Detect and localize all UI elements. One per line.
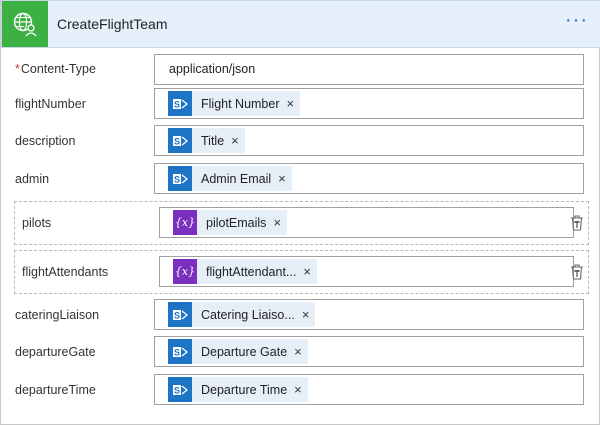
description-token[interactable]: S Title × bbox=[168, 128, 245, 153]
departure-gate-label: departureGate bbox=[15, 345, 96, 359]
flight-number-field[interactable]: S Flight Number × bbox=[154, 88, 584, 119]
content-type-label: *Content-Type bbox=[15, 62, 96, 76]
flight-attendants-token[interactable]: {x} flightAttendant... × bbox=[173, 259, 317, 284]
more-options-button[interactable]: ··· bbox=[564, 10, 588, 33]
svg-text:S: S bbox=[174, 99, 180, 109]
token-label: Catering Liaiso... bbox=[201, 307, 295, 322]
action-header[interactable]: CreateFlightTeam ··· bbox=[1, 0, 600, 48]
variable-icon: {x} bbox=[173, 210, 197, 235]
sharepoint-icon: S bbox=[168, 339, 192, 364]
token-label: Flight Number bbox=[201, 96, 280, 111]
globe-user-icon bbox=[2, 1, 48, 47]
svg-text:S: S bbox=[174, 347, 180, 357]
departure-gate-field[interactable]: S Departure Gate × bbox=[154, 336, 584, 367]
remove-token-icon[interactable]: × bbox=[273, 215, 281, 230]
content-type-field[interactable]: application/json bbox=[154, 54, 584, 85]
departure-time-field[interactable]: S Departure Time × bbox=[154, 374, 584, 405]
sharepoint-icon: S bbox=[168, 91, 192, 116]
remove-token-icon[interactable]: × bbox=[231, 133, 239, 148]
sharepoint-icon: S bbox=[168, 166, 192, 191]
sharepoint-icon: S bbox=[168, 128, 192, 153]
action-card: CreateFlightTeam ··· *Content-Type appli… bbox=[0, 0, 600, 425]
description-field[interactable]: S Title × bbox=[154, 125, 584, 156]
remove-token-icon[interactable]: × bbox=[294, 344, 302, 359]
content-type-value: application/json bbox=[169, 62, 256, 76]
pilots-field[interactable]: {x} pilotEmails × bbox=[159, 207, 574, 238]
sharepoint-icon: S bbox=[168, 302, 192, 327]
catering-liaison-token[interactable]: S Catering Liaiso... × bbox=[168, 302, 316, 327]
flight-number-token[interactable]: S Flight Number × bbox=[168, 91, 301, 116]
token-label: pilotEmails bbox=[206, 215, 267, 230]
remove-token-icon[interactable]: × bbox=[294, 382, 302, 397]
delete-item-icon[interactable] bbox=[568, 262, 586, 282]
delete-item-icon[interactable] bbox=[568, 213, 586, 233]
flight-attendants-field[interactable]: {x} flightAttendant... × bbox=[159, 256, 574, 287]
action-title: CreateFlightTeam bbox=[57, 16, 168, 32]
admin-field[interactable]: S Admin Email × bbox=[154, 163, 584, 194]
pilots-label: pilots bbox=[22, 216, 52, 230]
pilots-token[interactable]: {x} pilotEmails × bbox=[173, 210, 288, 235]
svg-text:S: S bbox=[174, 385, 180, 395]
remove-token-icon[interactable]: × bbox=[278, 171, 286, 186]
departure-time-token[interactable]: S Departure Time × bbox=[168, 377, 308, 402]
flight-attendants-label: flightAttendants bbox=[22, 265, 109, 279]
flight-attendants-array-group: flightAttendants {x} flightAttendant... … bbox=[14, 250, 589, 294]
token-label: Title bbox=[201, 133, 225, 148]
token-label: flightAttendant... bbox=[206, 264, 297, 279]
catering-liaison-label: cateringLiaison bbox=[15, 308, 100, 322]
departure-gate-token[interactable]: S Departure Gate × bbox=[168, 339, 308, 364]
svg-text:S: S bbox=[174, 174, 180, 184]
remove-token-icon[interactable]: × bbox=[303, 264, 311, 279]
svg-text:S: S bbox=[174, 310, 180, 320]
admin-label: admin bbox=[15, 172, 50, 186]
token-label: Departure Time bbox=[201, 382, 288, 397]
remove-token-icon[interactable]: × bbox=[302, 307, 310, 322]
admin-token[interactable]: S Admin Email × bbox=[168, 166, 292, 191]
catering-liaison-field[interactable]: S Catering Liaiso... × bbox=[154, 299, 584, 330]
token-label: Admin Email bbox=[201, 171, 272, 186]
pilots-array-group: pilots {x} pilotEmails × bbox=[14, 201, 589, 245]
sharepoint-icon: S bbox=[168, 377, 192, 402]
description-label: description bbox=[15, 134, 76, 148]
token-label: Departure Gate bbox=[201, 344, 288, 359]
remove-token-icon[interactable]: × bbox=[287, 96, 295, 111]
svg-text:S: S bbox=[174, 136, 180, 146]
flight-number-label: flightNumber bbox=[15, 97, 86, 111]
departure-time-label: departureTime bbox=[15, 383, 96, 397]
variable-icon: {x} bbox=[173, 259, 197, 284]
